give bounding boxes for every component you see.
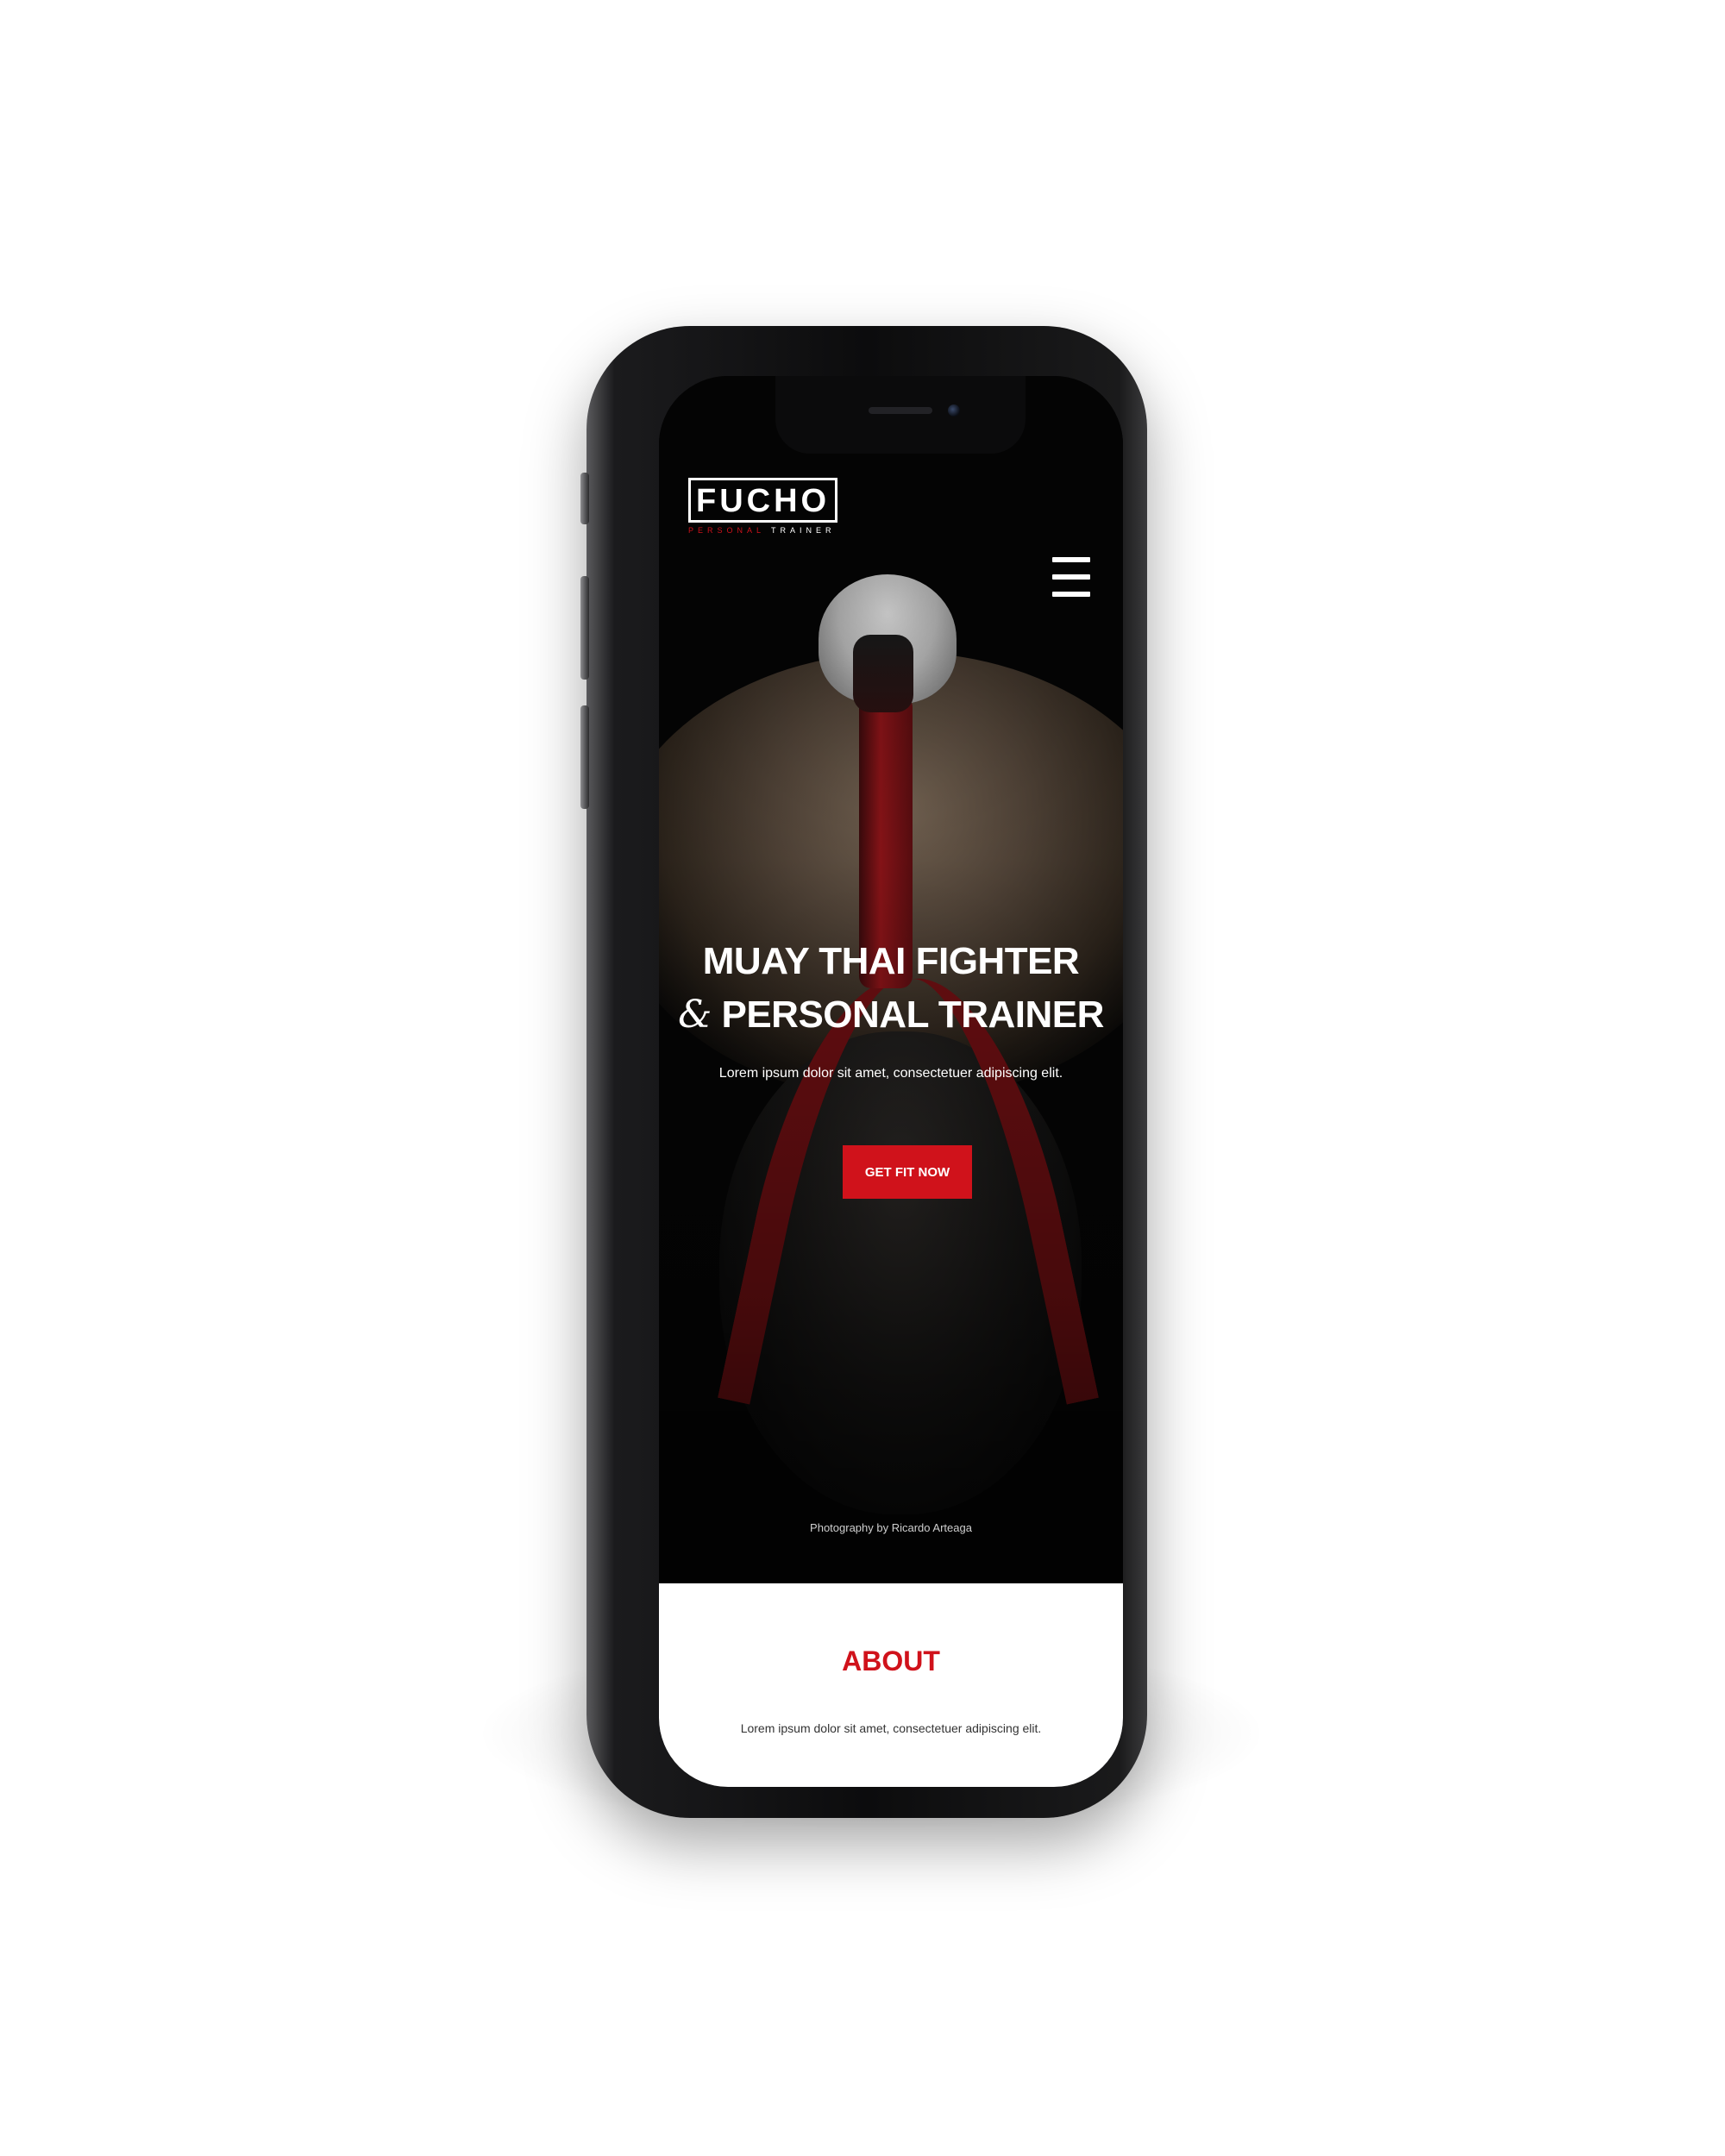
speaker-grille (869, 407, 932, 414)
get-fit-now-button[interactable]: GET FIT NOW (843, 1145, 972, 1199)
about-text: Lorem ipsum dolor sit amet, consectetuer… (740, 1721, 1042, 1735)
phone-mockup: FUCHO PERSONAL TRAINER MUAY THAI FIGHTER… (580, 326, 1147, 1818)
logo-tagline: PERSONAL TRAINER (688, 526, 831, 535)
hero-title-line1: MUAY THAI FIGHTER (702, 940, 1080, 982)
volume-down-button (580, 705, 589, 809)
hero-title-ampersand: & (678, 993, 712, 1037)
logo-tagline-rest: TRAINER (771, 526, 836, 535)
hero-title: MUAY THAI FIGHTER & PERSONAL TRAINER (659, 935, 1123, 1042)
phone-screen: FUCHO PERSONAL TRAINER MUAY THAI FIGHTER… (659, 376, 1123, 1787)
brand-logo[interactable]: FUCHO PERSONAL TRAINER (688, 478, 838, 535)
hamburger-menu-icon[interactable] (1052, 557, 1090, 600)
hero-title-line2: & PERSONAL TRAINER (659, 988, 1123, 1042)
about-title: ABOUT (842, 1645, 940, 1677)
phone-notch (775, 376, 1026, 454)
photo-credit: Photography by Ricardo Arteaga (810, 1521, 972, 1534)
logo-tagline-accent: PERSONAL (688, 526, 765, 535)
about-section: ABOUT Lorem ipsum dolor sit amet, consec… (659, 1583, 1123, 1787)
logo-wordmark: FUCHO (696, 483, 831, 519)
hero-subtitle: Lorem ipsum dolor sit amet, consectetuer… (718, 1066, 1063, 1081)
hero-title-line2-text: PERSONAL TRAINER (721, 993, 1104, 1036)
logo-frame: FUCHO (688, 478, 838, 523)
front-camera-icon (948, 404, 960, 417)
volume-up-button (580, 576, 589, 680)
silent-switch (580, 473, 589, 524)
hero-section: FUCHO PERSONAL TRAINER MUAY THAI FIGHTER… (659, 376, 1123, 1583)
